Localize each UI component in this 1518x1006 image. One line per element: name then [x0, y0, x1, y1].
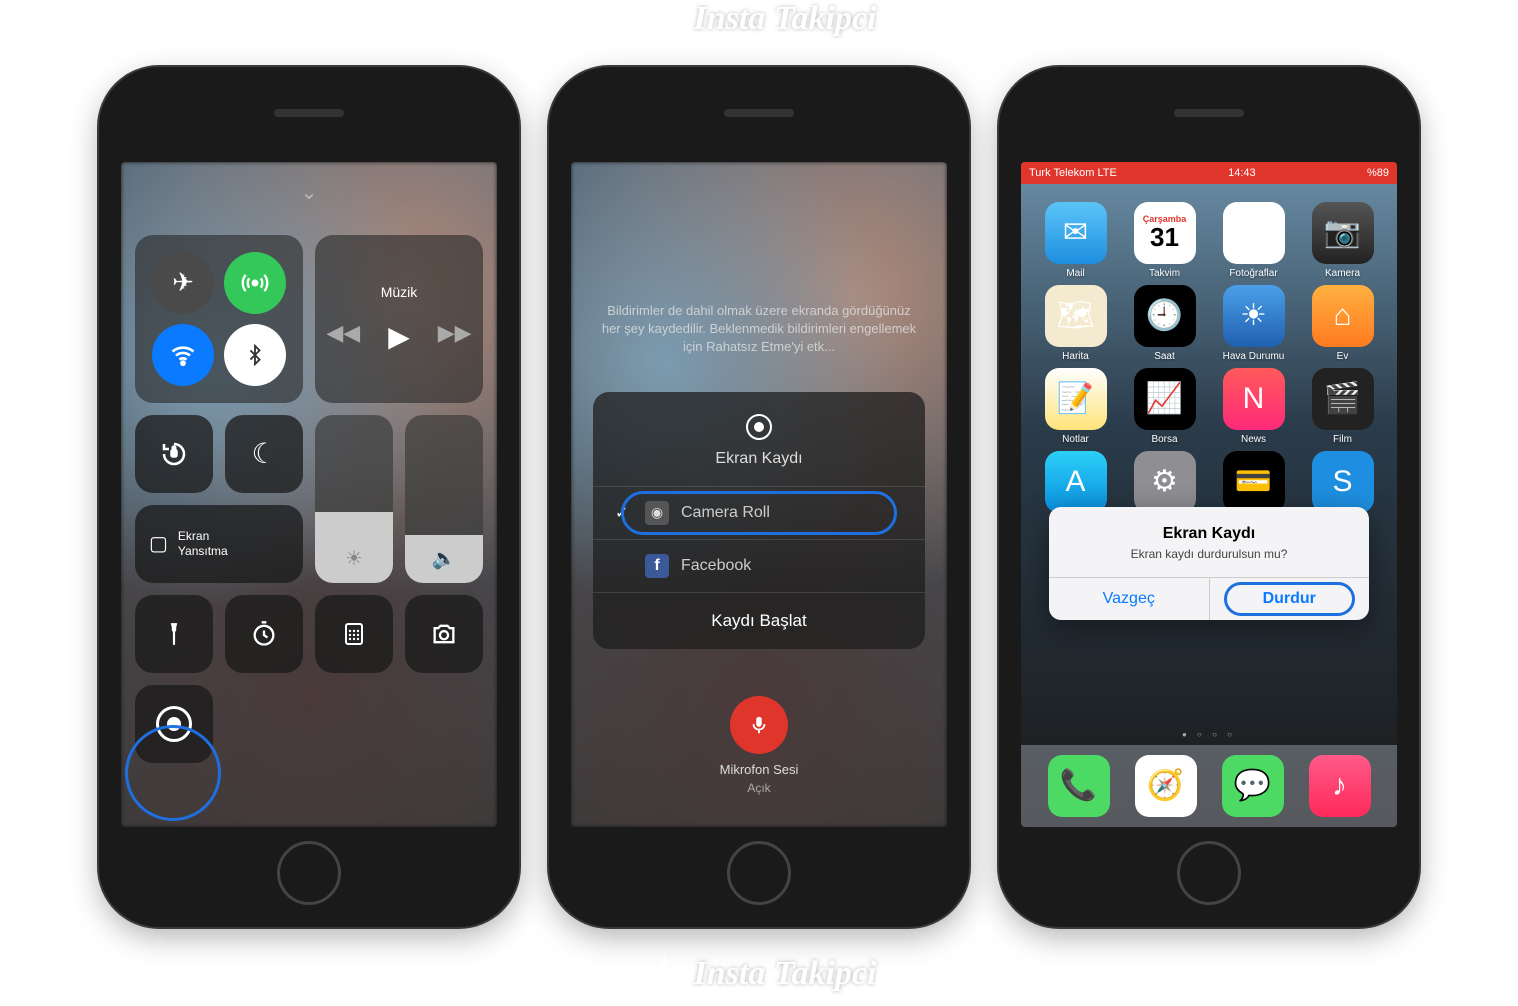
- next-track-icon[interactable]: ▶▶: [438, 320, 472, 353]
- notes-icon: 📝: [1045, 368, 1107, 430]
- mic-label: Mikrofon Sesi: [571, 762, 947, 777]
- alert-cancel-button[interactable]: Vazgeç: [1049, 578, 1209, 620]
- weather-icon: ☀︎: [1223, 285, 1285, 347]
- panel-title: Ekran Kaydı: [593, 450, 925, 468]
- maps-icon: 🗺: [1045, 285, 1107, 347]
- option-label: Camera Roll: [681, 504, 770, 522]
- control-center: ⌄ ✈︎ Müzik: [121, 162, 497, 827]
- stop-recording-alert: Ekran Kaydı Ekran kaydı durdurulsun mu? …: [1049, 507, 1369, 620]
- star-icon: [642, 951, 688, 997]
- app-news[interactable]: NNews: [1213, 368, 1294, 445]
- page-indicator: ● ○ ○ ○: [1021, 730, 1397, 739]
- phone-home-alert: Turk Telekom LTE 14:43 %89 ✉︎Mail Çarşam…: [999, 67, 1419, 927]
- camera-button[interactable]: [405, 595, 483, 673]
- app-calendar[interactable]: Çarşamba31Takvim: [1124, 202, 1205, 279]
- app-mail[interactable]: ✉︎Mail: [1035, 202, 1116, 279]
- news-icon: N: [1223, 368, 1285, 430]
- phone-record-options: Bildirimler de dahil olmak üzere ekranda…: [549, 67, 969, 927]
- watermark-top: Insta Takipci: [642, 0, 877, 42]
- battery-label: %89: [1367, 167, 1389, 179]
- movie-icon: 🎬: [1312, 368, 1374, 430]
- prev-track-icon[interactable]: ◀◀: [326, 320, 360, 353]
- option-camera-roll[interactable]: ✓ ◉ Camera Roll: [593, 486, 925, 539]
- shazam-icon: S: [1312, 451, 1374, 513]
- airplane-mode-toggle[interactable]: ✈︎: [152, 252, 214, 314]
- do-not-disturb-toggle[interactable]: ☾: [225, 415, 303, 493]
- volume-icon: 🔈: [432, 546, 457, 571]
- app-notes[interactable]: 📝Notlar: [1035, 368, 1116, 445]
- flashlight-button[interactable]: [135, 595, 213, 673]
- checkmark-icon: ✓: [615, 503, 633, 523]
- app-weather[interactable]: ☀︎Hava Durumu: [1213, 285, 1294, 362]
- camera-icon: 📷: [1312, 202, 1374, 264]
- photos-icon: ❀: [1223, 202, 1285, 264]
- screen-record-panel: Ekran Kaydı ✓ ◉ Camera Roll f Facebook K…: [593, 392, 925, 649]
- gear-icon: ⚙︎: [1134, 451, 1196, 513]
- music-controls: ◀◀ ▶ ▶▶: [326, 320, 471, 353]
- app-stocks[interactable]: 📈Borsa: [1124, 368, 1205, 445]
- dock-messages[interactable]: 💬: [1222, 755, 1284, 817]
- start-recording-button[interactable]: Kaydı Başlat: [593, 592, 925, 649]
- app-photos[interactable]: ❀Fotoğraflar: [1213, 202, 1294, 279]
- wifi-toggle[interactable]: [152, 324, 214, 386]
- connectivity-tile[interactable]: ✈︎: [135, 235, 303, 403]
- camera-roll-icon: ◉: [645, 501, 669, 525]
- app-home[interactable]: ⌂Ev: [1302, 285, 1383, 362]
- home-icon: ⌂: [1312, 285, 1374, 347]
- cellular-data-toggle[interactable]: [224, 252, 286, 314]
- app-maps[interactable]: 🗺Harita: [1035, 285, 1116, 362]
- dock-phone[interactable]: 📞: [1048, 755, 1110, 817]
- status-time: 14:43: [1228, 167, 1256, 179]
- record-icon: [746, 414, 772, 440]
- airplay-icon: ▢: [149, 531, 168, 556]
- app-camera[interactable]: 📷Kamera: [1302, 202, 1383, 279]
- record-icon: [156, 706, 192, 742]
- recording-status-bar[interactable]: Turk Telekom LTE 14:43 %89: [1021, 162, 1397, 184]
- rotation-lock-toggle[interactable]: [135, 415, 213, 493]
- mail-icon: ✉︎: [1045, 202, 1107, 264]
- alert-message: Ekran kaydı durdurulsun mu?: [1049, 547, 1369, 577]
- brightness-icon: ☀: [345, 546, 363, 571]
- appstore-icon: A: [1045, 451, 1107, 513]
- screen-home: Turk Telekom LTE 14:43 %89 ✉︎Mail Çarşam…: [1021, 162, 1397, 827]
- carrier-label: Turk Telekom LTE: [1029, 167, 1117, 179]
- watermark-bottom: Insta Takipci: [642, 951, 877, 997]
- app-movies[interactable]: 🎬Film: [1302, 368, 1383, 445]
- microphone-section: Mikrofon Sesi Açık: [571, 672, 947, 795]
- play-icon[interactable]: ▶: [388, 320, 410, 353]
- calculator-button[interactable]: [315, 595, 393, 673]
- volume-slider[interactable]: 🔈: [405, 415, 483, 583]
- app-clock[interactable]: 🕘Saat: [1124, 285, 1205, 362]
- chevron-down-icon[interactable]: ⌄: [135, 180, 483, 205]
- screen-record-options: Bildirimler de dahil olmak üzere ekranda…: [571, 162, 947, 827]
- star-icon: [642, 0, 688, 42]
- phone-control-center: ⌄ ✈︎ Müzik: [99, 67, 519, 927]
- microphone-toggle[interactable]: [730, 696, 788, 754]
- calendar-icon: Çarşamba31: [1134, 202, 1196, 264]
- dock: 📞 🧭 💬 ♪: [1021, 745, 1397, 827]
- mic-state: Açık: [571, 781, 947, 795]
- screen-mirroring-button[interactable]: ▢ Ekran Yansıtma: [135, 505, 303, 583]
- screen-control-center: ⌄ ✈︎ Müzik: [121, 162, 497, 827]
- music-label: Müzik: [381, 284, 418, 300]
- screen-record-hint: Bildirimler de dahil olmak üzere ekranda…: [601, 302, 917, 357]
- option-facebook[interactable]: f Facebook: [593, 539, 925, 592]
- timer-button[interactable]: [225, 595, 303, 673]
- stocks-icon: 📈: [1134, 368, 1196, 430]
- music-tile[interactable]: Müzik ◀◀ ▶ ▶▶: [315, 235, 483, 403]
- home-icon-grid: ✉︎Mail Çarşamba31Takvim ❀Fotoğraflar 📷Ka…: [1021, 192, 1397, 528]
- screen-mirror-label: Ekran Yansıtma: [178, 529, 228, 558]
- alert-stop-button[interactable]: Durdur: [1209, 578, 1370, 620]
- clock-icon: 🕘: [1134, 285, 1196, 347]
- wallet-icon: 💳: [1223, 451, 1285, 513]
- option-label: Facebook: [681, 557, 751, 575]
- facebook-icon: f: [645, 554, 669, 578]
- dock-safari[interactable]: 🧭: [1135, 755, 1197, 817]
- three-phone-layout: ⌄ ✈︎ Müzik: [99, 67, 1419, 927]
- brightness-slider[interactable]: ☀: [315, 415, 393, 583]
- alert-title: Ekran Kaydı: [1049, 507, 1369, 547]
- dock-music[interactable]: ♪: [1309, 755, 1371, 817]
- bluetooth-toggle[interactable]: [224, 324, 286, 386]
- screen-record-button[interactable]: [135, 685, 213, 763]
